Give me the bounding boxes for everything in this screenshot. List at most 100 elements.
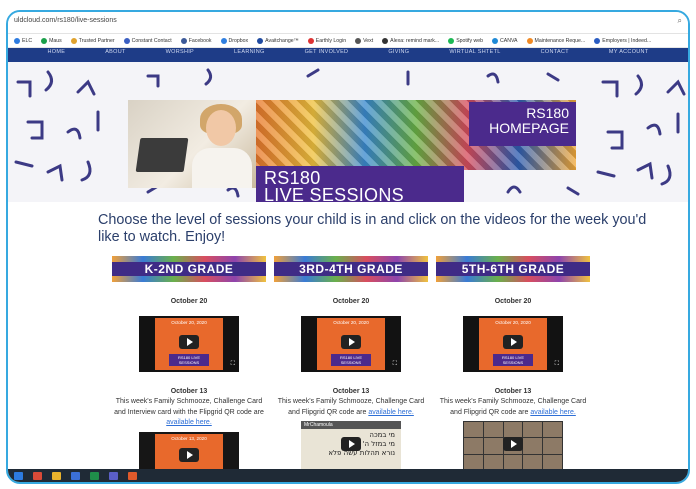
nav-item[interactable]: MY ACCOUNT [609, 49, 649, 62]
word-icon[interactable] [71, 471, 80, 480]
video-title: MrChamoula [301, 421, 401, 429]
live-sessions-title: RS180 LIVE SESSIONS [256, 166, 464, 202]
session-description: This week's Family Schmooze, Challenge C… [112, 397, 266, 429]
video-thumbnail[interactable] [463, 421, 563, 471]
fullscreen-icon[interactable]: ⛶ [555, 361, 559, 368]
session-description: This week's Family Schmooze, Challenge C… [436, 397, 590, 418]
teams-icon[interactable] [109, 471, 118, 480]
grade-banner-label: 3RD-4TH GRADE [299, 262, 403, 276]
laptop-shape [135, 138, 189, 172]
fullscreen-icon[interactable]: ⛶ [393, 361, 397, 368]
play-icon[interactable] [503, 335, 523, 349]
bookmark-item[interactable]: Earthly Login [307, 37, 346, 44]
folder-icon[interactable] [52, 471, 61, 480]
bookmark-item[interactable]: Dropbox [220, 37, 249, 44]
bookmark-icon [70, 37, 77, 44]
available-here-link[interactable]: available here. [368, 409, 414, 416]
powerpoint-icon[interactable] [128, 471, 137, 480]
nav-item[interactable]: ABOUT [105, 49, 125, 62]
play-icon[interactable] [503, 437, 523, 451]
bookmarks-bar: ELC Maus Trusted Partner Constant Contact Fa… [8, 34, 688, 48]
search-icon[interactable]: ⌕ [678, 16, 682, 26]
bookmark-item[interactable]: Facebook [180, 37, 212, 44]
video-badge: RS180 LIVE SESSIONS [331, 354, 371, 366]
excel-icon[interactable] [90, 471, 99, 480]
video-thumbnail[interactable]: MrChamoula מי במכה מי במזל ה' בקודש נורא… [301, 421, 401, 471]
session-date: October 20 [170, 298, 208, 305]
grade-banner: 3RD-4TH GRADE [274, 256, 428, 282]
bookmark-item[interactable]: Spotify web [448, 37, 483, 44]
video-thumbnail[interactable]: October 20, 2020 RS180 LIVE SESSIONS ⛶ [463, 316, 563, 372]
session-date: October 13 [332, 388, 370, 395]
bookmark-label: Maintenance Reque... [534, 37, 586, 44]
grade-banner: K-2ND GRADE [112, 256, 266, 282]
session-date: October 13 [494, 388, 532, 395]
bookmark-label: Dropbox [228, 37, 249, 44]
bookmark-icon [257, 37, 264, 44]
site-navigation: HOME ABOUT WORSHIP LEARNING GET INVOLVED GIVI… [8, 48, 688, 62]
session-description: This week's Family Schmooze, Challenge C… [274, 397, 428, 418]
bookmark-item[interactable]: Maintenance Reque... [526, 37, 586, 44]
available-here-link[interactable]: available here. [166, 419, 212, 426]
nav-item[interactable]: WIRTUAL SHTETL [449, 49, 500, 62]
homepage-line2[interactable]: HOMEPAGE [476, 121, 569, 136]
bookmark-item[interactable]: Vext [355, 37, 373, 44]
nav-item[interactable]: LEARNING [234, 49, 265, 62]
intro-text: Choose the level of sessions your child … [98, 212, 647, 245]
video-thumbnail[interactable]: October 20, 2020 RS180 LIVE SESSIONS ⛶ [139, 316, 239, 372]
video-date-label: October 20, 2020 [333, 320, 369, 325]
bookmark-item[interactable]: Employers | Indeed... [594, 37, 652, 44]
video-date-label: October 20, 2020 [495, 320, 531, 325]
video-thumbnail[interactable]: October 20, 2020 RS180 LIVE SESSIONS ⛶ [301, 316, 401, 372]
nav-item[interactable]: GET INVOLVED [305, 49, 349, 62]
bookmark-label: Employers | Indeed... [602, 37, 652, 44]
grade-columns: K-2ND GRADE October 20 October 20, 2020 … [112, 256, 602, 482]
nav-item[interactable]: WORSHIP [166, 49, 194, 62]
bookmark-icon [220, 37, 227, 44]
play-icon[interactable] [179, 447, 199, 462]
bookmark-item[interactable]: Constant Contact [123, 37, 172, 44]
bookmark-item[interactable]: Alexa: remind mark... [382, 37, 440, 44]
bookmark-icon [307, 37, 314, 44]
bookmark-label: Trusted Partner [78, 37, 115, 44]
nav-item[interactable]: HOME [47, 49, 65, 62]
bookmark-item[interactable]: ELC [14, 37, 32, 44]
grade-column-3-4: 3RD-4TH GRADE October 20 October 20, 202… [274, 256, 428, 471]
grade-banner-label: K-2ND GRADE [144, 262, 234, 276]
fullscreen-icon[interactable]: ⛶ [231, 361, 235, 368]
bookmark-label: Alexa: remind mark... [390, 37, 440, 44]
homepage-line1[interactable]: RS180 [476, 106, 569, 121]
bookmark-label: Facebook [188, 37, 212, 44]
play-icon[interactable] [341, 437, 361, 451]
grade-column-k2: K-2ND GRADE October 20 October 20, 2020 … [112, 256, 266, 482]
bookmark-label: Avaitchange™ [265, 37, 299, 44]
bookmark-item[interactable]: Maus [41, 37, 62, 44]
description-text: This week's Family Schmooze, Challenge C… [114, 398, 264, 416]
play-icon[interactable] [179, 335, 199, 349]
bookmark-icon [355, 37, 362, 44]
start-icon[interactable] [14, 471, 23, 480]
nav-item[interactable]: CONTACT [541, 49, 569, 62]
child-with-laptop-photo [128, 100, 258, 188]
browser-window: uldcloud.com/rs180/live-sessions ⌕ ELC Ma… [6, 10, 690, 484]
url-text[interactable]: uldcloud.com/rs180/live-sessions [14, 17, 117, 24]
bookmark-item[interactable]: Trusted Partner [70, 37, 115, 44]
bookmark-item[interactable]: CANVA [492, 37, 518, 44]
play-icon[interactable] [341, 335, 361, 349]
video-badge: RS180 LIVE SESSIONS [169, 354, 209, 366]
bookmark-icon [594, 37, 601, 44]
available-here-link[interactable]: available here. [530, 409, 576, 416]
bookmark-item[interactable]: Avaitchange™ [257, 37, 299, 44]
grade-column-5-6: 5TH-6TH GRADE October 20 October 20, 202… [436, 256, 590, 471]
video-badge: RS180 LIVE SESSIONS [493, 354, 533, 366]
grade-banner-label: 5TH-6TH GRADE [461, 262, 565, 276]
bookmark-icon [180, 37, 187, 44]
live-title-line2: LIVE SESSIONS [264, 185, 404, 202]
taskbar [8, 469, 688, 482]
address-bar[interactable]: uldcloud.com/rs180/live-sessions ⌕ [8, 12, 688, 34]
app-icon[interactable] [33, 471, 42, 480]
nav-item[interactable]: GIVING [388, 49, 409, 62]
bookmark-icon [123, 37, 130, 44]
homepage-link[interactable]: RS180 HOMEPAGE [469, 102, 576, 146]
hebrew-text: מי במכה מי במזל ה' בקודש נורא תהלות עשה … [328, 431, 395, 457]
